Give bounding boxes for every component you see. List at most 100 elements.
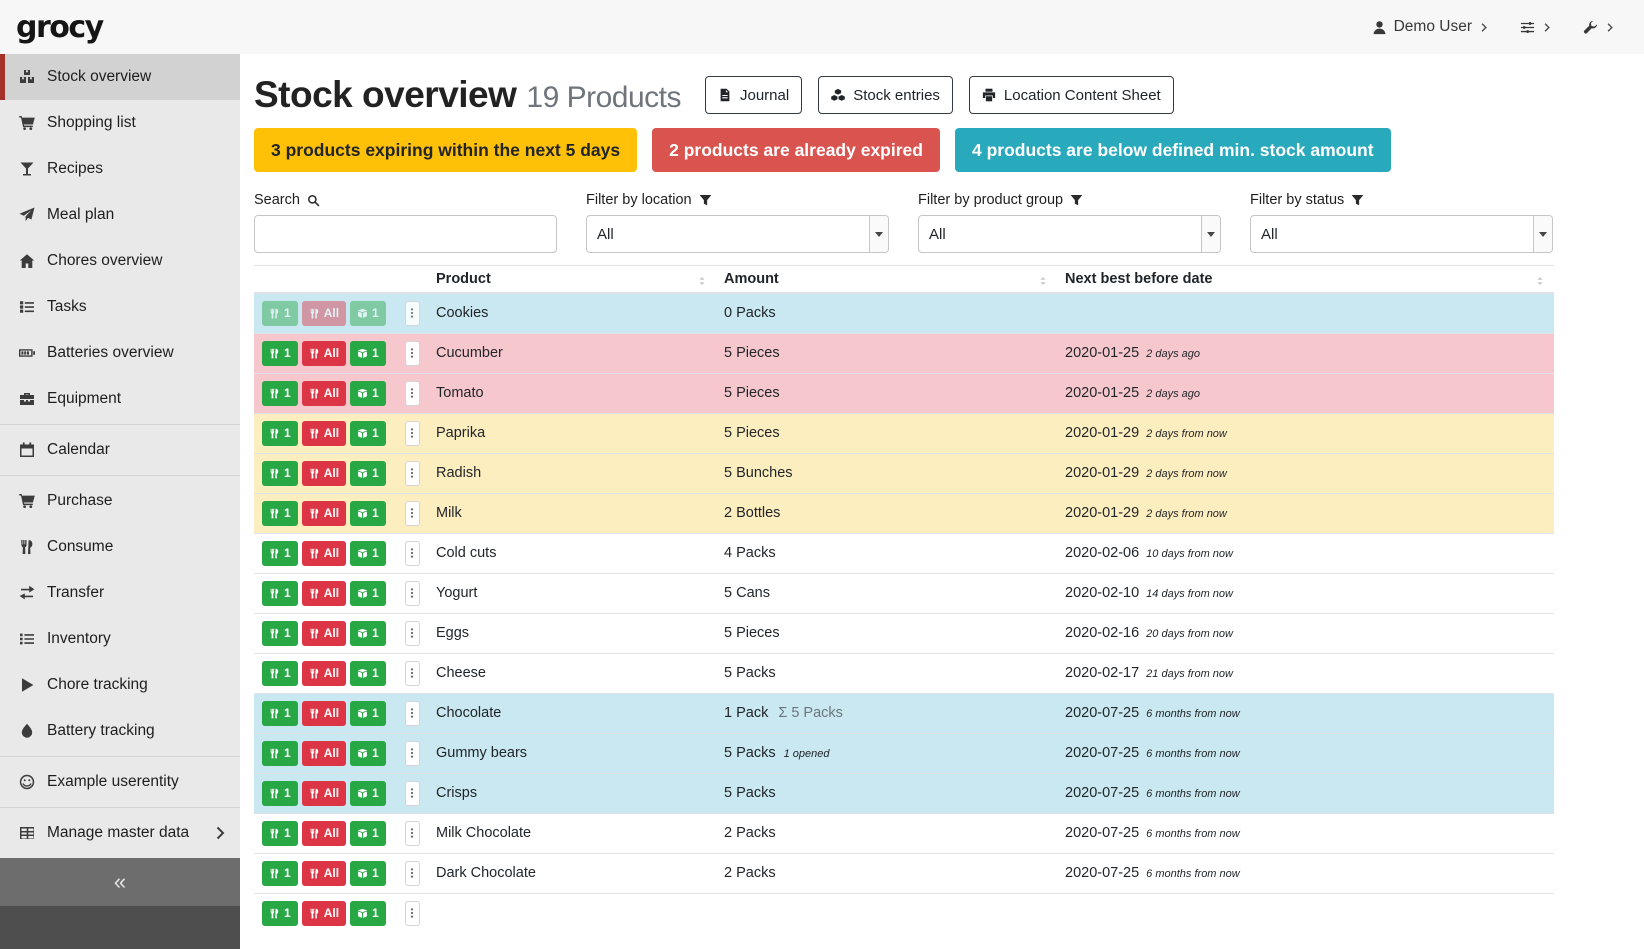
stock-entries-button[interactable]: Stock entries	[818, 76, 953, 114]
consume-one-button[interactable]: 1	[262, 421, 298, 446]
location-content-sheet-button[interactable]: Location Content Sheet	[969, 76, 1174, 114]
open-one-button[interactable]: 1	[350, 301, 386, 326]
consume-one-button[interactable]: 1	[262, 621, 298, 646]
row-menu-button[interactable]	[405, 781, 420, 806]
open-one-button[interactable]: 1	[350, 861, 386, 886]
consume-one-button[interactable]: 1	[262, 381, 298, 406]
row-menu-button[interactable]	[405, 621, 420, 646]
sidebar-item-equipment[interactable]: Equipment	[0, 376, 240, 422]
journal-button[interactable]: Journal	[705, 76, 802, 114]
best-before-date: 2020-02-17	[1065, 665, 1139, 681]
column-header-best-before-date[interactable]: Next best before date	[1057, 266, 1554, 294]
sidebar-item-recipes[interactable]: Recipes	[0, 146, 240, 192]
consume-all-button[interactable]: All	[302, 621, 346, 646]
consume-one-button[interactable]: 1	[262, 821, 298, 846]
consume-all-button[interactable]: All	[302, 861, 346, 886]
status-filter-select[interactable]: All	[1250, 215, 1553, 253]
row-menu-button[interactable]	[405, 581, 420, 606]
consume-one-button[interactable]: 1	[262, 461, 298, 486]
consume-all-button[interactable]: All	[302, 581, 346, 606]
consume-all-button[interactable]: All	[302, 661, 346, 686]
sidebar-item-transfer[interactable]: Transfer	[0, 570, 240, 616]
row-menu-button[interactable]	[405, 381, 420, 406]
status-badge-below-min-stock[interactable]: 4 products are below defined min. stock …	[955, 128, 1391, 172]
consume-all-button[interactable]: All	[302, 341, 346, 366]
open-one-button[interactable]: 1	[350, 621, 386, 646]
consume-all-button[interactable]: All	[302, 501, 346, 526]
row-menu-button[interactable]	[405, 541, 420, 566]
admin-menu[interactable]	[1583, 20, 1616, 35]
column-header-amount[interactable]: Amount	[716, 266, 1057, 294]
open-one-button[interactable]: 1	[350, 461, 386, 486]
sidebar-item-meal-plan[interactable]: Meal plan	[0, 192, 240, 238]
open-one-button[interactable]: 1	[350, 381, 386, 406]
sidebar-item-manage-master-data[interactable]: Manage master data	[0, 810, 240, 856]
consume-one-button[interactable]: 1	[262, 541, 298, 566]
search-input[interactable]	[254, 215, 557, 253]
consume-one-button[interactable]: 1	[262, 701, 298, 726]
open-one-button[interactable]: 1	[350, 741, 386, 766]
consume-one-button[interactable]: 1	[262, 861, 298, 886]
sidebar-item-stock-overview[interactable]: Stock overview	[0, 54, 240, 100]
consume-one-button[interactable]: 1	[262, 781, 298, 806]
consume-one-button[interactable]: 1	[262, 501, 298, 526]
row-menu-button[interactable]	[405, 501, 420, 526]
row-menu-button[interactable]	[405, 301, 420, 326]
consume-one-button[interactable]: 1	[262, 901, 298, 926]
sidebar-item-purchase[interactable]: Purchase	[0, 478, 240, 524]
sidebar-item-batteries-overview[interactable]: Batteries overview	[0, 330, 240, 376]
open-one-button[interactable]: 1	[350, 901, 386, 926]
open-one-button[interactable]: 1	[350, 661, 386, 686]
open-one-button[interactable]: 1	[350, 581, 386, 606]
consume-all-button[interactable]: All	[302, 461, 346, 486]
row-menu-button[interactable]	[405, 341, 420, 366]
sidebar-item-chores-overview[interactable]: Chores overview	[0, 238, 240, 284]
open-one-button[interactable]: 1	[350, 341, 386, 366]
open-one-button[interactable]: 1	[350, 781, 386, 806]
open-one-button[interactable]: 1	[350, 701, 386, 726]
settings-menu[interactable]	[1520, 20, 1553, 35]
row-menu-button[interactable]	[405, 661, 420, 686]
sidebar-item-chore-tracking[interactable]: Chore tracking	[0, 662, 240, 708]
consume-all-button[interactable]: All	[302, 541, 346, 566]
open-one-button[interactable]: 1	[350, 541, 386, 566]
status-badge-expired[interactable]: 2 products are already expired	[652, 128, 940, 172]
open-one-button[interactable]: 1	[350, 421, 386, 446]
open-one-button[interactable]: 1	[350, 821, 386, 846]
consume-all-button[interactable]: All	[302, 901, 346, 926]
sidebar-item-shopping-list[interactable]: Shopping list	[0, 100, 240, 146]
product-group-filter-select[interactable]: All	[918, 215, 1221, 253]
status-badge-expiring[interactable]: 3 products expiring within the next 5 da…	[254, 128, 637, 172]
row-menu-button[interactable]	[405, 861, 420, 886]
consume-one-button[interactable]: 1	[262, 741, 298, 766]
sidebar-item-consume[interactable]: Consume	[0, 524, 240, 570]
user-menu[interactable]: Demo User	[1372, 18, 1490, 36]
sidebar-item-tasks[interactable]: Tasks	[0, 284, 240, 330]
sidebar-item-inventory[interactable]: Inventory	[0, 616, 240, 662]
sidebar-item-example-userentity[interactable]: Example userentity	[0, 759, 240, 805]
consume-all-button[interactable]: All	[302, 301, 346, 326]
consume-one-button[interactable]: 1	[262, 581, 298, 606]
consume-one-button[interactable]: 1	[262, 301, 298, 326]
row-menu-button[interactable]	[405, 821, 420, 846]
consume-all-button[interactable]: All	[302, 421, 346, 446]
row-menu-button[interactable]	[405, 901, 420, 926]
row-menu-button[interactable]	[405, 421, 420, 446]
consume-all-button[interactable]: All	[302, 781, 346, 806]
location-filter-select[interactable]: All	[586, 215, 889, 253]
consume-one-button[interactable]: 1	[262, 661, 298, 686]
sidebar-item-battery-tracking[interactable]: Battery tracking	[0, 708, 240, 754]
consume-all-button[interactable]: All	[302, 741, 346, 766]
consume-one-button[interactable]: 1	[262, 341, 298, 366]
consume-all-button[interactable]: All	[302, 821, 346, 846]
consume-all-button[interactable]: All	[302, 701, 346, 726]
sidebar-item-calendar[interactable]: Calendar	[0, 427, 240, 473]
row-menu-button[interactable]	[405, 741, 420, 766]
consume-all-button[interactable]: All	[302, 381, 346, 406]
open-one-button[interactable]: 1	[350, 501, 386, 526]
row-menu-button[interactable]	[405, 461, 420, 486]
column-header-product[interactable]: Product	[428, 266, 716, 294]
app-logo[interactable]: grocy	[16, 10, 103, 45]
sidebar-collapse-bar[interactable]: «	[0, 858, 240, 906]
row-menu-button[interactable]	[405, 701, 420, 726]
